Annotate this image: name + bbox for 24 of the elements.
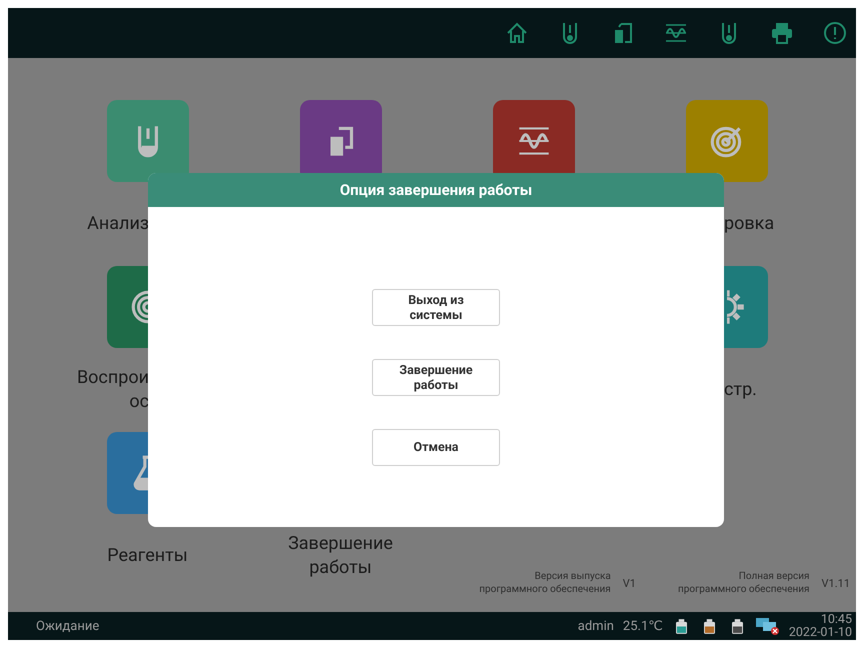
target-tile-button[interactable] — [686, 100, 768, 182]
dialog-button[interactable]: Выход из системы — [372, 289, 500, 326]
version-value: V1 — [622, 576, 636, 590]
tile-label: Реагенты — [107, 544, 188, 568]
version-label: Полная версия программного обеспечения — [678, 570, 810, 596]
temperature: 25.1℃ — [622, 618, 663, 634]
dialog-title: Опция завершения работы — [148, 173, 724, 207]
tile-label: Воспрои ос — [76, 366, 149, 414]
version-value: V1.11 — [822, 576, 850, 590]
tile-label: ровка — [724, 212, 774, 236]
tile-label: Завершение работы — [288, 532, 393, 580]
dialog-button[interactable]: Отмена — [372, 429, 500, 466]
clock-time: 10:45 — [820, 613, 852, 626]
dialog-button[interactable]: Завершение работы — [372, 359, 500, 396]
clock-date: 2022-01-10 — [788, 626, 852, 639]
tile-label: стр. — [724, 378, 757, 402]
tile-label: Анализ — [87, 212, 149, 236]
user-name: admin — [578, 618, 614, 634]
alert-icon[interactable] — [823, 21, 847, 45]
version-label: Версия выпуска программного обеспечения — [479, 570, 611, 596]
test-tube-tile-button[interactable] — [106, 100, 188, 182]
home-icon[interactable] — [505, 21, 529, 45]
status-text: Ожидание — [36, 618, 100, 634]
printer-icon[interactable] — [770, 21, 794, 45]
